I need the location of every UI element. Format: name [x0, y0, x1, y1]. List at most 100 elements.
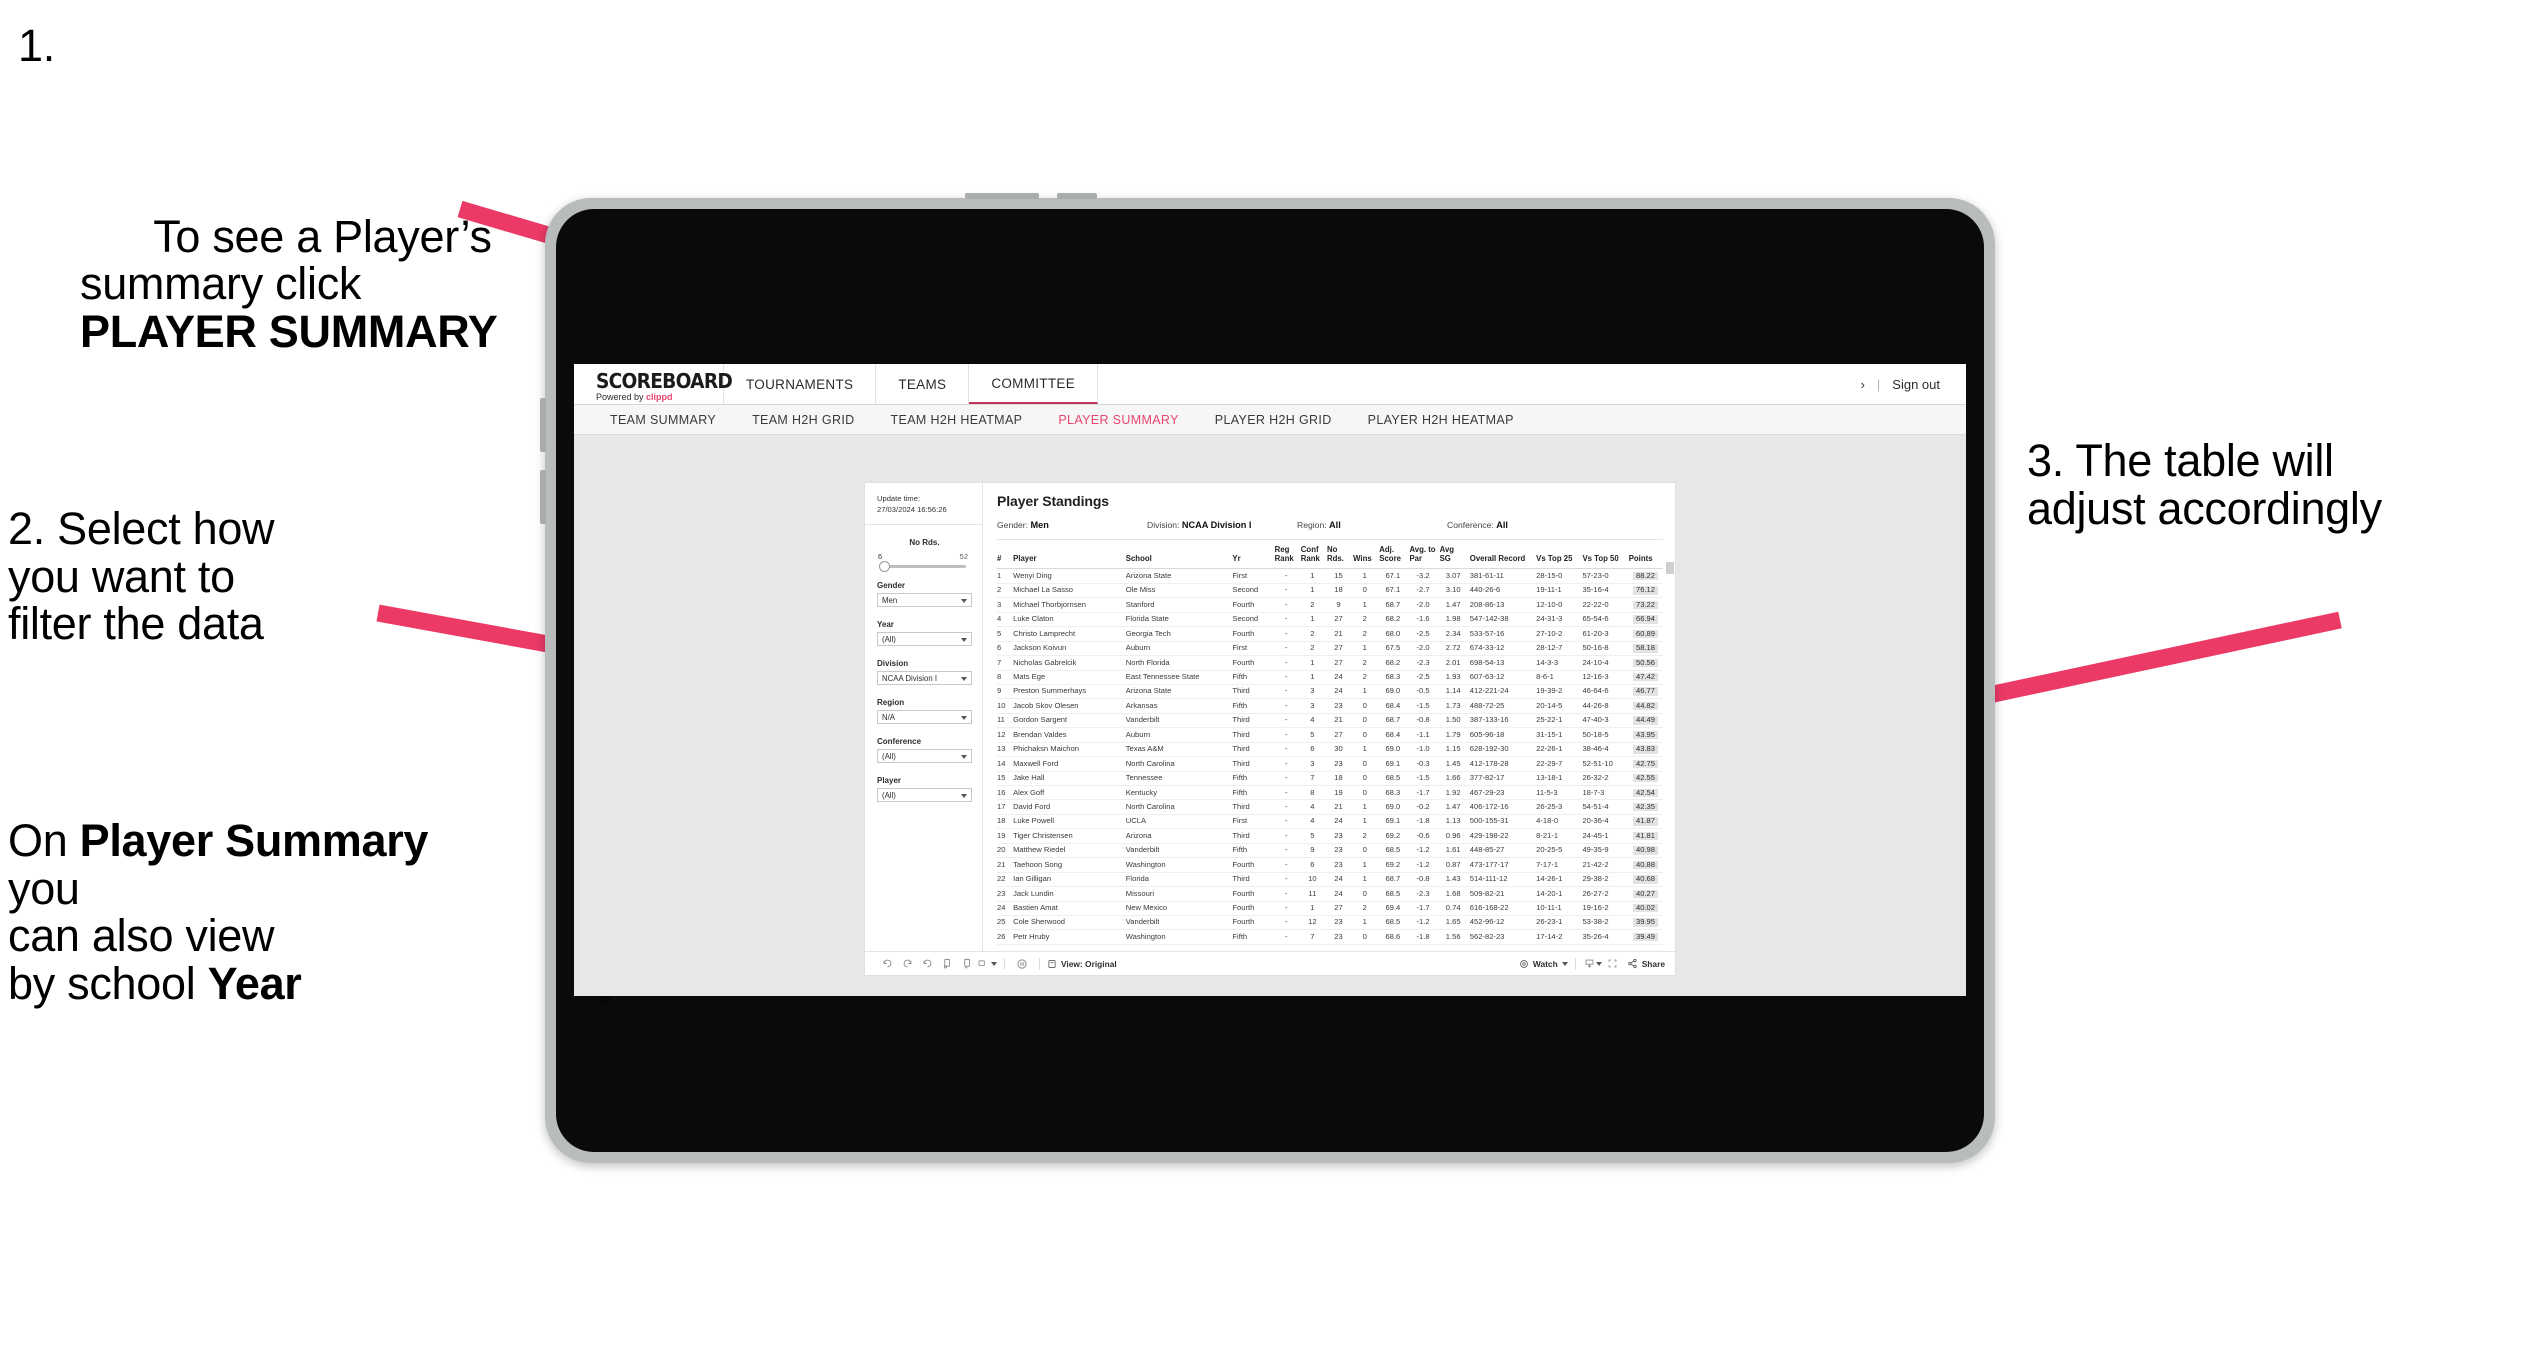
revert-icon[interactable]	[917, 955, 937, 973]
app-logo[interactable]: SCOREBOARD Powered by clippd	[574, 364, 733, 404]
col-conf-rank[interactable]: Conf Rank	[1300, 540, 1327, 570]
table-cell-rec: 488-72-25	[1469, 698, 1537, 714]
table-cell-pts: 50.56	[1628, 655, 1663, 671]
table-cell-adj: 68.5	[1379, 771, 1410, 787]
standings-table-scroll[interactable]: # Player School Yr Reg Rank Conf Rank No…	[997, 540, 1675, 951]
filter-gender-select[interactable]: Men	[877, 593, 972, 607]
no-rounds-slider[interactable]	[879, 561, 966, 572]
table-row[interactable]: 7 Nicholas Gabrelcik North Florida Fourth -1…	[997, 655, 1663, 671]
table-row[interactable]: 2 Michael La Sasso Ole Miss Second -1 18 0 67.1…	[997, 583, 1663, 599]
table-cell-nords: 23	[1326, 756, 1354, 772]
col-vs-top-50[interactable]: Vs Top 50	[1582, 540, 1629, 570]
col-reg-rank[interactable]: Reg Rank	[1274, 540, 1301, 570]
filter-division-select[interactable]: NCAA Division I	[877, 671, 972, 685]
table-cell-player: Jacob Skov Olesen	[1013, 698, 1126, 714]
note-text-a: On	[8, 815, 80, 866]
table-row[interactable]: 17 David Ford North Carolina Third -4 21 1 69.0…	[997, 799, 1663, 815]
sign-out-link[interactable]: Sign out	[1892, 377, 1940, 392]
table-row[interactable]: 21 Taehoon Song Washington Fourth -6 23 1 69.2-…	[997, 857, 1663, 873]
table-cell-t50: 18-7-3	[1582, 785, 1629, 801]
power-button[interactable]	[965, 193, 1039, 199]
table-row[interactable]: 1 Wenyi Ding Arizona State First -1 15 1 67.1 -3…	[997, 568, 1663, 584]
table-row[interactable]: 22 Ian Gilligan Florida Third -10 24 1 68.7 -0.8…	[997, 872, 1663, 888]
watch-button[interactable]: Watch	[1519, 959, 1568, 969]
table-row[interactable]: 16 Alex Goff Kentucky Fifth -8 19 0 68.3 -1.7 1.9…	[997, 785, 1663, 801]
share-button[interactable]: Share	[1627, 958, 1665, 969]
col-wins[interactable]: Wins	[1353, 540, 1380, 570]
table-row[interactable]: 5 Christo Lamprecht Georgia Tech Fourth -2 21…	[997, 626, 1663, 642]
custom-view-icon[interactable]	[977, 955, 997, 973]
table-row[interactable]: 6 Jackson Koivun Auburn First -2 27 1 67.5 -2.0 2…	[997, 641, 1663, 657]
table-cell-school: Georgia Tech	[1125, 626, 1233, 642]
volume-down-button[interactable]	[540, 470, 546, 524]
download-icon[interactable]	[1583, 955, 1603, 973]
table-row[interactable]: 18 Luke Powell UCLA First -4 24 1 69.1 -1.8 1.13 5…	[997, 814, 1663, 830]
col-adj-score[interactable]: Adj. Score	[1379, 540, 1410, 570]
col-points[interactable]: Points	[1628, 540, 1663, 570]
table-cell-num: 12	[997, 727, 1014, 743]
filter-year-select[interactable]: (All)	[877, 632, 972, 646]
table-row[interactable]: 20 Matthew Riedel Vanderbilt Fifth -9 23 0 68.5…	[997, 843, 1663, 859]
table-cell-pts: 42.55	[1628, 771, 1663, 787]
col-avg-to-par[interactable]: Avg. to Par	[1409, 540, 1440, 570]
table-cell-reg: -	[1274, 785, 1301, 801]
top-accessory-button[interactable]	[1057, 193, 1097, 199]
table-cell-num: 26	[997, 929, 1014, 945]
nav-committee[interactable]: COMMITTEE	[969, 364, 1099, 404]
table-row[interactable]: 10 Jacob Skov Olesen Arkansas Fifth -3 23 0 68.…	[997, 698, 1663, 714]
col-player[interactable]: Player	[1013, 540, 1126, 570]
table-row[interactable]: 9 Preston Summerhays Arizona State Third -3 2…	[997, 684, 1663, 700]
fullscreen-icon[interactable]	[1603, 955, 1623, 973]
table-row[interactable]: 13 Phichaksn Maichon Texas A&M Third -6 30 1 69…	[997, 742, 1663, 758]
col-vs-top-25[interactable]: Vs Top 25	[1536, 540, 1583, 570]
col-rank[interactable]: #	[997, 540, 1014, 570]
nav-tournaments[interactable]: TOURNAMENTS	[724, 364, 877, 404]
table-row[interactable]: 11 Gordon Sargent Vanderbilt Third -4 21 0 68.7…	[997, 713, 1663, 729]
volume-up-button[interactable]	[540, 398, 546, 452]
table-row[interactable]: 23 Jack Lundin Missouri Fourth -11 24 0 68.5 -2.…	[997, 886, 1663, 902]
col-overall-record[interactable]: Overall Record	[1469, 540, 1537, 570]
col-school[interactable]: School	[1125, 540, 1233, 570]
table-row[interactable]: 14 Maxwell Ford North Carolina Third -3 23 0 69…	[997, 756, 1663, 772]
col-year[interactable]: Yr	[1232, 540, 1275, 570]
tab-player-summary[interactable]: PLAYER SUMMARY	[1040, 413, 1196, 427]
slider-handle[interactable]	[879, 561, 890, 572]
filter-region-select[interactable]: N/A	[877, 710, 972, 724]
table-cell-conf: 2	[1300, 626, 1327, 642]
table-row[interactable]: 25 Cole Sherwood Vanderbilt Fourth -12 23 1 68.…	[997, 915, 1663, 931]
table-cell-pts: 40.98	[1628, 843, 1663, 859]
table-row[interactable]: 8 Mats Ege East Tennessee State Fifth -1 24 2 6…	[997, 670, 1663, 685]
pause-auto-updates-icon[interactable]	[957, 955, 977, 973]
filter-player-select[interactable]: (All)	[877, 788, 972, 802]
tab-team-h2h-heatmap[interactable]: TEAM H2H HEATMAP	[873, 413, 1041, 427]
table-row[interactable]: 15 Jake Hall Tennessee Fifth -7 18 0 68.5 -1.5 1.…	[997, 771, 1663, 787]
table-cell-sg: 1.98	[1439, 612, 1470, 628]
nav-teams[interactable]: TEAMS	[876, 364, 970, 404]
table-cell-atp: -2.0	[1409, 597, 1440, 613]
view-original-button[interactable]: View: Original	[1047, 959, 1117, 969]
table-row[interactable]: 19 Tiger Christensen Arizona Third -5 23 2 69.2…	[997, 828, 1663, 844]
filter-conference-select[interactable]: (All)	[877, 749, 972, 763]
table-cell-reg: -	[1274, 828, 1301, 844]
tab-team-summary[interactable]: TEAM SUMMARY	[592, 413, 734, 427]
pause-icon[interactable]	[1012, 955, 1032, 973]
col-avg-sg[interactable]: Avg SG	[1439, 540, 1470, 570]
tab-player-h2h-heatmap[interactable]: PLAYER H2H HEATMAP	[1350, 413, 1532, 427]
refresh-data-icon[interactable]	[937, 955, 957, 973]
redo-icon[interactable]	[897, 955, 917, 973]
table-row[interactable]: 12 Brendan Valdes Auburn Third -5 27 0 68.4 -1.1…	[997, 727, 1663, 743]
table-cell-t25: 22-29-7	[1536, 756, 1583, 772]
col-no-rounds[interactable]: No Rds.	[1326, 540, 1354, 570]
table-cell-school: UCLA	[1125, 814, 1233, 830]
table-row[interactable]: 24 Bastien Amat New Mexico Fourth -1 27 2 69.4-…	[997, 901, 1663, 916]
tab-team-h2h-grid[interactable]: TEAM H2H GRID	[734, 413, 872, 427]
viz-body: Update time: 27/03/2024 16:56:26 No Rds.…	[865, 483, 1675, 951]
table-cell-sg: 0.87	[1439, 857, 1470, 873]
tab-player-h2h-grid[interactable]: PLAYER H2H GRID	[1197, 413, 1350, 427]
table-row[interactable]: 26 Petr Hruby Washington Fifth -7 23 0 68.6 -1.8…	[997, 929, 1663, 945]
table-scrollbar[interactable]	[1666, 562, 1674, 574]
table-row[interactable]: 3 Michael Thorbjornsen Stanford Fourth -2 9 1 6…	[997, 597, 1663, 613]
table-row[interactable]: 4 Luke Claton Florida State Second -1 27 2 68.2…	[997, 612, 1663, 628]
undo-icon[interactable]	[877, 955, 897, 973]
table-cell-rec: 674-33-12	[1469, 641, 1537, 657]
